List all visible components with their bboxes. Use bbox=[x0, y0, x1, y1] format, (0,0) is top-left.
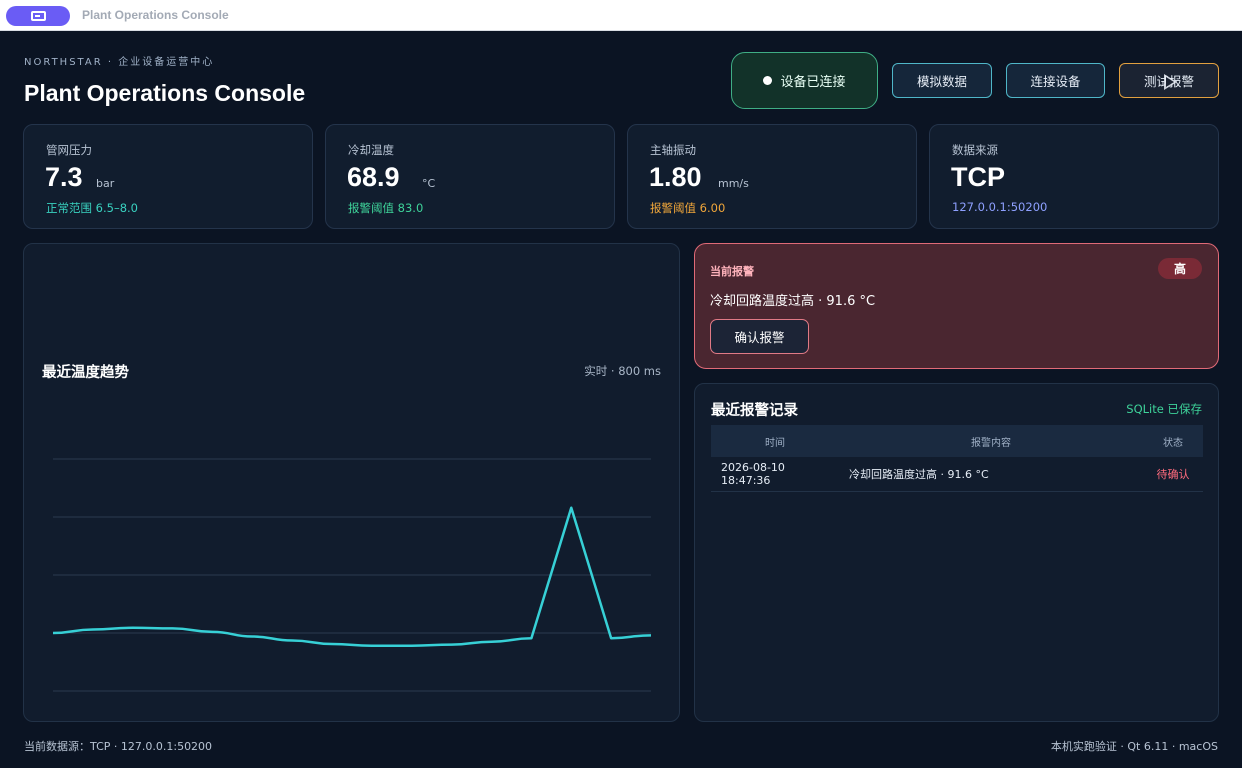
row-status: 待确认 bbox=[1156, 468, 1190, 481]
play-cursor-icon bbox=[1164, 74, 1177, 90]
simulate-data-button[interactable]: 模拟数据 bbox=[892, 63, 992, 98]
card-sub: 正常范围 6.5–8.0 bbox=[46, 201, 138, 215]
temperature-trend-panel: 最近温度趋势 实时 · 800 ms bbox=[23, 243, 680, 722]
card-value: 7.3 bbox=[45, 162, 83, 192]
main-window: NORTHSTAR · 企业设备运营中心 Plant Operations Co… bbox=[0, 31, 1242, 768]
app-icon bbox=[31, 11, 46, 21]
card-sub: 报警阈值 6.00 bbox=[650, 201, 726, 215]
card-value: 68.9 bbox=[347, 162, 400, 192]
pressure-card: 管网压力 7.3 bar 正常范围 6.5–8.0 bbox=[23, 124, 313, 229]
status-dot-icon bbox=[763, 76, 773, 85]
brand-label: NORTHSTAR · 企业设备运营中心 bbox=[24, 57, 215, 68]
alarm-log-panel: 最近报警记录 SQLite 已保存 时间 报警内容 状态 2026-08-10 … bbox=[694, 383, 1219, 722]
card-label: 冷却温度 bbox=[348, 143, 394, 157]
acknowledge-alarm-button[interactable]: 确认报警 bbox=[710, 319, 809, 354]
window-titlebar: Plant Operations Console bbox=[0, 0, 1242, 31]
header-status: 状态 bbox=[1163, 437, 1183, 449]
card-unit: mm/s bbox=[718, 177, 749, 190]
table-header: 时间 报警内容 状态 bbox=[711, 425, 1203, 457]
test-alarm-button[interactable]: 测试报警 bbox=[1119, 63, 1219, 98]
temperature-line-chart bbox=[52, 458, 652, 692]
app-menu-button[interactable] bbox=[6, 6, 70, 26]
card-unit: °C bbox=[422, 177, 436, 190]
card-value: TCP bbox=[951, 162, 1005, 192]
temperature-card: 冷却温度 68.9 °C 报警阈值 83.0 bbox=[325, 124, 615, 229]
table-row[interactable]: 2026-08-10 18:47:36 冷却回路温度过高 · 91.6 °C 待… bbox=[711, 457, 1203, 492]
current-alarm-panel: 当前报警 高 冷却回路温度过高 · 91.6 °C 确认报警 bbox=[694, 243, 1219, 369]
window-title: Plant Operations Console bbox=[82, 8, 229, 22]
page-title: Plant Operations Console bbox=[24, 80, 306, 106]
alarm-log-table: 时间 报警内容 状态 2026-08-10 18:47:36 冷却回路温度过高 … bbox=[711, 425, 1203, 492]
header-message: 报警内容 bbox=[971, 437, 1011, 449]
row-date: 2026-08-10 bbox=[721, 461, 785, 474]
card-sub: 报警阈值 83.0 bbox=[348, 201, 424, 215]
log-title: 最近报警记录 bbox=[711, 403, 798, 419]
row-clock: 18:47:36 bbox=[721, 474, 771, 487]
card-label: 数据来源 bbox=[952, 143, 998, 157]
row-message: 冷却回路温度过高 · 91.6 °C bbox=[849, 468, 989, 481]
alarm-label: 当前报警 bbox=[710, 265, 754, 278]
card-unit: bar bbox=[96, 177, 115, 190]
card-label: 主轴振动 bbox=[650, 143, 696, 157]
vibration-card: 主轴振动 1.80 mm/s 报警阈值 6.00 bbox=[627, 124, 917, 229]
card-value: 1.80 bbox=[649, 162, 702, 192]
card-label: 管网压力 bbox=[46, 143, 92, 157]
alarm-message: 冷却回路温度过高 · 91.6 °C bbox=[710, 294, 876, 309]
data-source-card: 数据来源 TCP 127.0.0.1:50200 bbox=[929, 124, 1219, 229]
header-time: 时间 bbox=[765, 437, 785, 449]
footer-build-info: 本机实跑验证 · Qt 6.11 · macOS bbox=[1050, 740, 1218, 753]
card-sub: 127.0.0.1:50200 bbox=[952, 200, 1048, 214]
severity-badge: 高 bbox=[1158, 258, 1202, 279]
row-time: 2026-08-10 18:47:36 bbox=[711, 461, 839, 487]
footer-data-source: 当前数据源：TCP · 127.0.0.1:50200 bbox=[24, 740, 213, 753]
temperature-series-line bbox=[52, 506, 652, 648]
connection-status-label: 设备已连接 bbox=[780, 75, 846, 90]
connection-status-badge: 设备已连接 bbox=[731, 52, 878, 109]
sqlite-saved-label: SQLite 已保存 bbox=[1126, 402, 1202, 416]
connect-device-button[interactable]: 连接设备 bbox=[1006, 63, 1105, 98]
